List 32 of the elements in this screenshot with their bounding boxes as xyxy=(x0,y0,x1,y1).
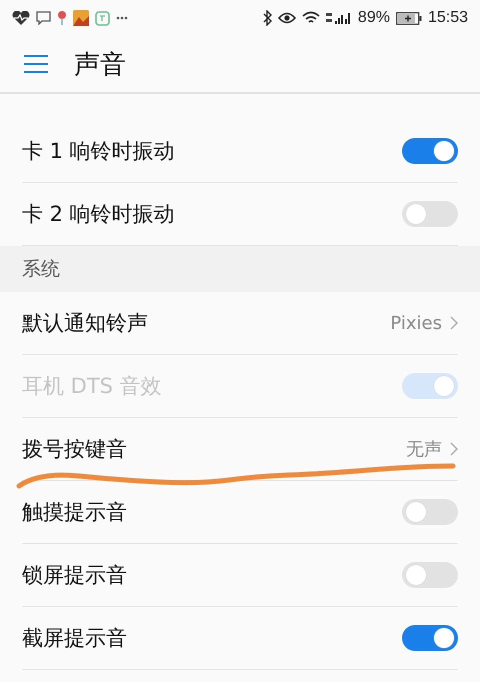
setting-label: 锁屏提示音 xyxy=(22,562,127,589)
chevron-icon xyxy=(450,442,458,456)
setting-value: Pixies xyxy=(390,312,442,334)
setting-label: 拨号按键音 xyxy=(22,436,127,463)
setting-label: 默认通知铃声 xyxy=(22,310,148,337)
bluetooth-icon xyxy=(262,10,272,26)
toggle-switch[interactable] xyxy=(402,499,458,525)
app-icon xyxy=(73,10,89,26)
toggle-switch[interactable] xyxy=(402,138,458,164)
wifi-icon xyxy=(302,11,320,25)
signal-icon xyxy=(326,11,352,25)
setting-label: 卡 2 响铃时振动 xyxy=(22,201,175,228)
toggle-switch[interactable] xyxy=(402,201,458,227)
toggle-switch[interactable] xyxy=(402,625,458,651)
app-icon xyxy=(95,10,110,26)
menu-icon xyxy=(24,55,48,73)
eye-icon xyxy=(278,12,296,24)
page-title: 声音 xyxy=(74,48,126,82)
setting-value: 无声 xyxy=(406,438,442,461)
setting-label: 卡 1 响铃时振动 xyxy=(22,138,175,165)
chat-icon xyxy=(36,11,51,25)
clock-time: 15:53 xyxy=(428,9,468,27)
setting-label: 触摸提示音 xyxy=(22,499,127,526)
toggle-switch[interactable] xyxy=(402,562,458,588)
section-header: 系统 xyxy=(22,257,60,282)
battery-percent: 89% xyxy=(358,9,390,27)
heart-rate-icon xyxy=(12,11,30,25)
chevron-icon xyxy=(450,316,458,330)
pin-icon xyxy=(57,10,67,26)
more-icon xyxy=(116,16,128,20)
battery-icon xyxy=(396,12,422,24)
setting-label: 截屏提示音 xyxy=(22,625,127,652)
